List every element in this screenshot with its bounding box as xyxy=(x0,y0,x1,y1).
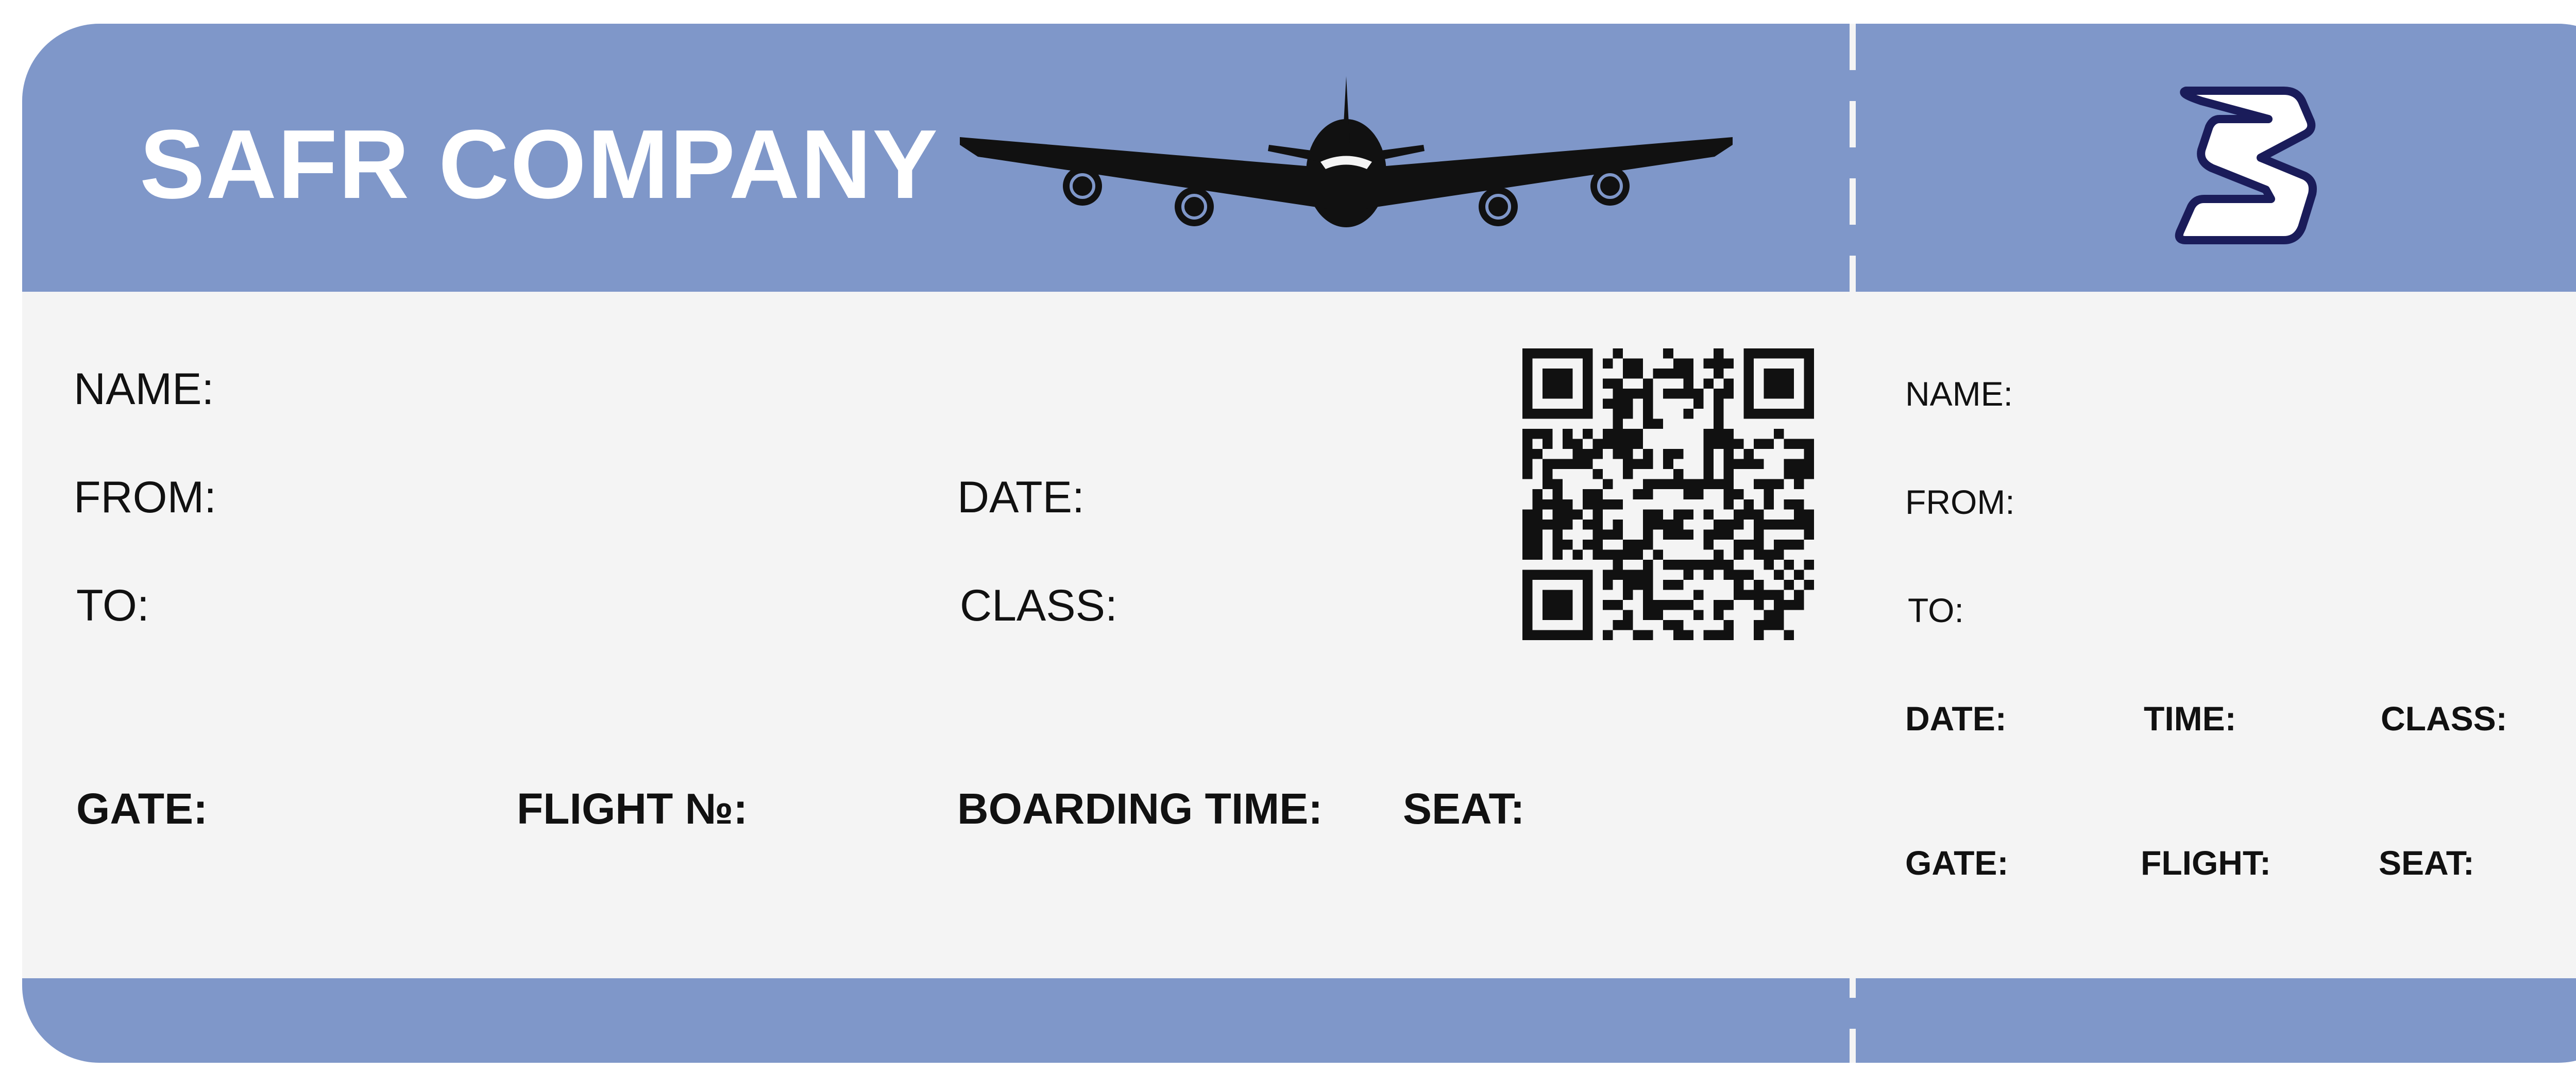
stub-name-label: NAME: xyxy=(1905,375,2013,413)
boarding-pass: SAFR COMPANY NAME: FROM: TO: DATE: CLASS… xyxy=(22,24,2576,1063)
s-logo-icon xyxy=(2175,87,2317,244)
perforation-line xyxy=(1850,24,1856,1063)
stub-flight-label: FLIGHT: xyxy=(2141,844,2271,882)
boarding-time-label: BOARDING TIME: xyxy=(957,784,1323,833)
stub-from-label: FROM: xyxy=(1905,483,2015,521)
class-label: CLASS: xyxy=(960,581,1117,630)
airplane-icon xyxy=(960,76,1733,227)
seat-label: SEAT: xyxy=(1403,784,1525,833)
stub-to-label: TO: xyxy=(1908,591,1964,629)
stub-time-label: TIME: xyxy=(2144,699,2236,738)
from-label: FROM: xyxy=(74,473,217,522)
gate-label: GATE: xyxy=(76,784,208,833)
flight-number-label: FLIGHT №: xyxy=(517,784,748,833)
stub-seat-label: SEAT: xyxy=(2379,844,2475,882)
stub-class-label: CLASS: xyxy=(2381,699,2507,738)
footer-band xyxy=(22,978,2576,1063)
stub-gate-label: GATE: xyxy=(1905,844,2009,882)
company-name: SAFR COMPANY xyxy=(140,110,939,219)
date-label: DATE: xyxy=(957,473,1084,522)
to-label: TO: xyxy=(76,581,149,630)
stub-date-label: DATE: xyxy=(1905,699,2007,738)
name-label: NAME: xyxy=(74,364,214,414)
qr-code xyxy=(1522,348,1814,640)
